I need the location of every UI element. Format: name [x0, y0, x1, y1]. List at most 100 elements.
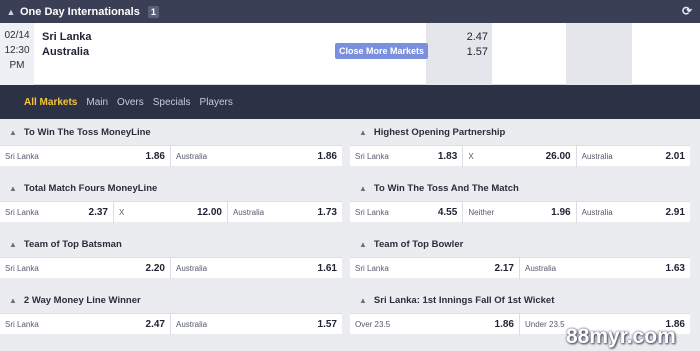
selection-label: X	[118, 207, 125, 217]
market-header[interactable]: ▲ Highest Opening Partnership	[350, 119, 690, 145]
chevron-up-icon[interactable]: ▲	[4, 7, 18, 17]
tab-all-markets[interactable]: All Markets	[24, 97, 77, 108]
market-odds-row: Sri Lanka 2.20 Australia 1.61	[0, 257, 342, 279]
tab-specials[interactable]: Specials	[153, 97, 191, 108]
selection-label: Sri Lanka	[5, 263, 39, 273]
refresh-icon[interactable]: ⟳	[682, 4, 692, 18]
close-more-markets-button[interactable]: Close More Markets	[335, 43, 429, 59]
team-away: Australia	[42, 46, 90, 58]
selection-odds[interactable]: 1.63	[666, 263, 685, 274]
tab-overs[interactable]: Overs	[117, 97, 144, 108]
market-block: ▲ To Win The Toss And The Match Sri Lanka 4…	[350, 175, 690, 223]
selection-odds[interactable]: 1.83	[438, 151, 457, 162]
odds-selection[interactable]: Australia 1.63	[520, 258, 690, 279]
selection-odds[interactable]: 12.00	[197, 207, 222, 218]
selection-label: Sri Lanka	[355, 151, 389, 161]
selection-odds[interactable]: 2.91	[665, 207, 684, 218]
market-header[interactable]: ▲ To Win The Toss And The Match	[350, 175, 690, 201]
moneyline-odds[interactable]: 2.47 1.57	[426, 30, 492, 92]
selection-label: Sri Lanka	[5, 151, 39, 161]
odds-selection[interactable]: Sri Lanka 2.37	[0, 201, 114, 223]
odds-selection[interactable]: Sri Lanka 1.83	[350, 145, 464, 167]
selection-odds[interactable]: 2.17	[495, 263, 514, 274]
odds-selection[interactable]: Australia 1.61	[171, 258, 342, 279]
odds-selection[interactable]: Australia 2.01	[577, 146, 690, 167]
odds-selection[interactable]: Australia 1.73	[228, 202, 342, 223]
odds-selection[interactable]: Australia 1.86	[171, 146, 342, 167]
chevron-up-icon[interactable]: ▲	[359, 184, 367, 193]
selection-label: Australia	[176, 151, 208, 161]
chevron-up-icon[interactable]: ▲	[359, 296, 367, 305]
market-header[interactable]: ▲ To Win The Toss MoneyLine	[0, 119, 342, 145]
market-odds-row: Sri Lanka 4.55 Neither 1.96 Australia 2.91	[350, 201, 690, 223]
selection-odds[interactable]: 1.86	[318, 151, 337, 162]
competition-title: One Day Internationals	[20, 5, 140, 18]
market-odds-row: Sri Lanka 2.37 X 12.00 Australia 1.73	[0, 201, 342, 223]
market-tabs: All Markets Main Overs Specials Players	[0, 85, 700, 119]
odds-column	[566, 23, 632, 85]
market-title: Team of Top Batsman	[23, 238, 122, 250]
chevron-up-icon[interactable]: ▲	[359, 128, 367, 137]
market-title: Total Match Fours MoneyLine	[23, 182, 158, 194]
selection-label: Australia	[176, 319, 208, 329]
chevron-up-icon[interactable]: ▲	[9, 184, 17, 193]
odds-selection[interactable]: Sri Lanka 2.47	[0, 313, 171, 335]
odds-selection[interactable]: Sri Lanka 1.86	[0, 145, 171, 167]
odds-selection[interactable]: X 26.00	[463, 145, 577, 167]
chevron-up-icon[interactable]: ▲	[9, 240, 17, 249]
selection-label: Sri Lanka	[5, 207, 39, 217]
selection-odds[interactable]: 1.73	[317, 207, 336, 218]
selection-odds[interactable]: 1.61	[318, 263, 337, 274]
market-header[interactable]: ▲ 2 Way Money Line Winner	[0, 287, 342, 313]
chevron-up-icon[interactable]: ▲	[9, 296, 17, 305]
selection-label: Sri Lanka	[5, 319, 39, 329]
odd-home[interactable]: 2.47	[426, 30, 488, 45]
market-header[interactable]: ▲ Team of Top Bowler	[350, 231, 690, 257]
market-block: ▲ Total Match Fours MoneyLine Sri Lanka 2.3…	[0, 175, 342, 223]
selection-odds[interactable]: 1.57	[318, 319, 337, 330]
selection-odds[interactable]: 2.37	[89, 207, 108, 218]
selection-odds[interactable]: 1.86	[146, 151, 165, 162]
selection-odds[interactable]: 4.55	[438, 207, 457, 218]
market-title: Sri Lanka: 1st Innings Fall Of 1st Wicke…	[373, 294, 555, 306]
event-clock: 12:30	[4, 45, 30, 56]
odd-away[interactable]: 1.57	[426, 45, 488, 60]
selection-odds[interactable]: 2.01	[665, 151, 684, 162]
odds-selection[interactable]: Australia 1.57	[171, 314, 342, 335]
tab-main[interactable]: Main	[86, 97, 108, 108]
market-title: 2 Way Money Line Winner	[23, 294, 141, 306]
selection-label: Australia	[525, 263, 557, 273]
watermark: 88myr.com	[566, 325, 676, 348]
market-block: ▲ Team of Top Batsman Sri Lanka 2.20 Austral…	[0, 231, 342, 279]
odds-selection[interactable]: X 12.00	[114, 201, 228, 223]
odds-selection[interactable]: Australia 2.91	[577, 202, 690, 223]
tab-players[interactable]: Players	[200, 97, 233, 108]
market-header[interactable]: ▲ Sri Lanka: 1st Innings Fall Of 1st Wick…	[350, 287, 690, 313]
chevron-up-icon[interactable]: ▲	[9, 128, 17, 137]
selection-label: Sri Lanka	[355, 263, 389, 273]
selection-odds[interactable]: 2.47	[146, 319, 165, 330]
selection-label: Sri Lanka	[355, 207, 389, 217]
chevron-up-icon[interactable]: ▲	[359, 240, 367, 249]
odds-selection[interactable]: Sri Lanka 4.55	[350, 201, 464, 223]
market-title: To Win The Toss And The Match	[373, 182, 519, 194]
market-odds-row: Sri Lanka 2.47 Australia 1.57	[0, 313, 342, 335]
team-home: Sri Lanka	[42, 31, 92, 43]
odds-selection[interactable]: Sri Lanka 2.20	[0, 257, 171, 279]
selection-label: Australia	[581, 207, 613, 217]
odds-selection[interactable]: Over 23.5 1.86	[350, 313, 520, 335]
competition-header[interactable]: ▲ One Day Internationals 1 ⟳	[0, 0, 700, 23]
market-header[interactable]: ▲ Team of Top Batsman	[0, 231, 342, 257]
selection-odds[interactable]: 2.20	[146, 263, 165, 274]
market-odds-row: Sri Lanka 1.83 X 26.00 Australia 2.01	[350, 145, 690, 167]
event-ampm: PM	[9, 60, 25, 71]
selection-odds[interactable]: 26.00	[546, 151, 571, 162]
selection-odds[interactable]: 1.96	[551, 207, 570, 218]
market-header[interactable]: ▲ Total Match Fours MoneyLine	[0, 175, 342, 201]
event-time: 02/14 12:30 PM	[0, 23, 34, 85]
odds-selection[interactable]: Sri Lanka 2.17	[350, 257, 520, 279]
market-block: ▲ 2 Way Money Line Winner Sri Lanka 2.47 Aus…	[0, 287, 342, 335]
odds-selection[interactable]: Neither 1.96	[463, 201, 577, 223]
selection-label: Australia	[581, 151, 613, 161]
selection-odds[interactable]: 1.86	[495, 319, 514, 330]
